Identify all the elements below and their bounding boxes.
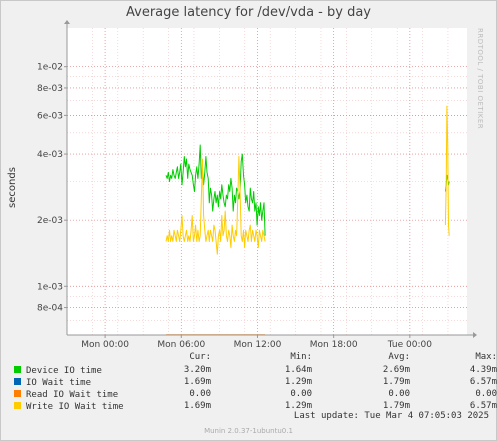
munin-version: Munin 2.0.37-1ubuntu0.1 [204,427,293,435]
last-update: Last update: Tue Mar 4 07:05:03 2025 [293,411,489,421]
legend-label: Write IO Wait time [26,402,124,412]
legend-value-max: 6.57m [469,377,497,387]
legend-value-avg: 2.69m [382,365,410,375]
legend-value-cur: 0.00 [189,389,211,399]
legend-value-avg: 0.00 [388,389,410,399]
legend-swatch [14,378,21,385]
legend-value-cur: 1.69m [183,401,211,411]
legend-value-min: 1.64m [284,365,312,375]
legend-value-avg: 1.79m [382,401,410,411]
legend-label: Device IO time [26,366,102,376]
legend-value-cur: 3.20m [183,365,211,375]
x-tick-label: Mon 18:00 [310,340,358,350]
x-tick-label: Mon 12:00 [234,340,282,350]
legend-row: Device IO time [14,365,102,377]
y-axis-arrow [64,20,70,24]
legend-value-max: 0.00 [475,389,497,399]
legend-row: Read IO Wait time [14,389,118,401]
legend-header-cur: Cur: [189,352,211,362]
legend-label: Read IO Wait time [26,390,119,400]
legend-header-avg: Avg: [388,352,410,362]
legend-row: Write IO Wait time [14,401,124,413]
x-tick-label: Mon 06:00 [157,340,205,350]
legend-row: IO Wait time [14,377,91,389]
y-tick-label: 8e-03 [37,84,63,94]
y-tick-label: 2e-03 [37,216,63,226]
legend-value-cur: 1.69m [183,377,211,387]
legend-swatch [14,390,21,397]
legend-value-max: 4.39m [469,365,497,375]
y-tick-label: 1e-02 [37,63,63,73]
legend-swatch [14,402,21,409]
y-tick-label: 8e-04 [37,304,63,314]
legend-value-min: 0.00 [290,389,312,399]
legend-value-min: 1.29m [284,377,312,387]
legend-header-max: Max: [475,352,497,362]
legend-label: IO Wait time [26,378,92,388]
legend-swatch [14,366,21,373]
legend-value-min: 1.29m [284,401,312,411]
x-tick-label: Tue 00:00 [387,340,432,350]
legend-header-min: Min: [290,352,312,362]
legend-value-max: 6.57m [469,401,497,411]
legend-value-avg: 1.79m [382,377,410,387]
x-axis-arrow [473,332,477,338]
y-tick-label: 4e-03 [37,150,63,160]
x-tick-label: Mon 00:00 [81,340,129,350]
y-tick-label: 6e-03 [37,111,63,121]
y-tick-label: 1e-03 [37,282,63,292]
